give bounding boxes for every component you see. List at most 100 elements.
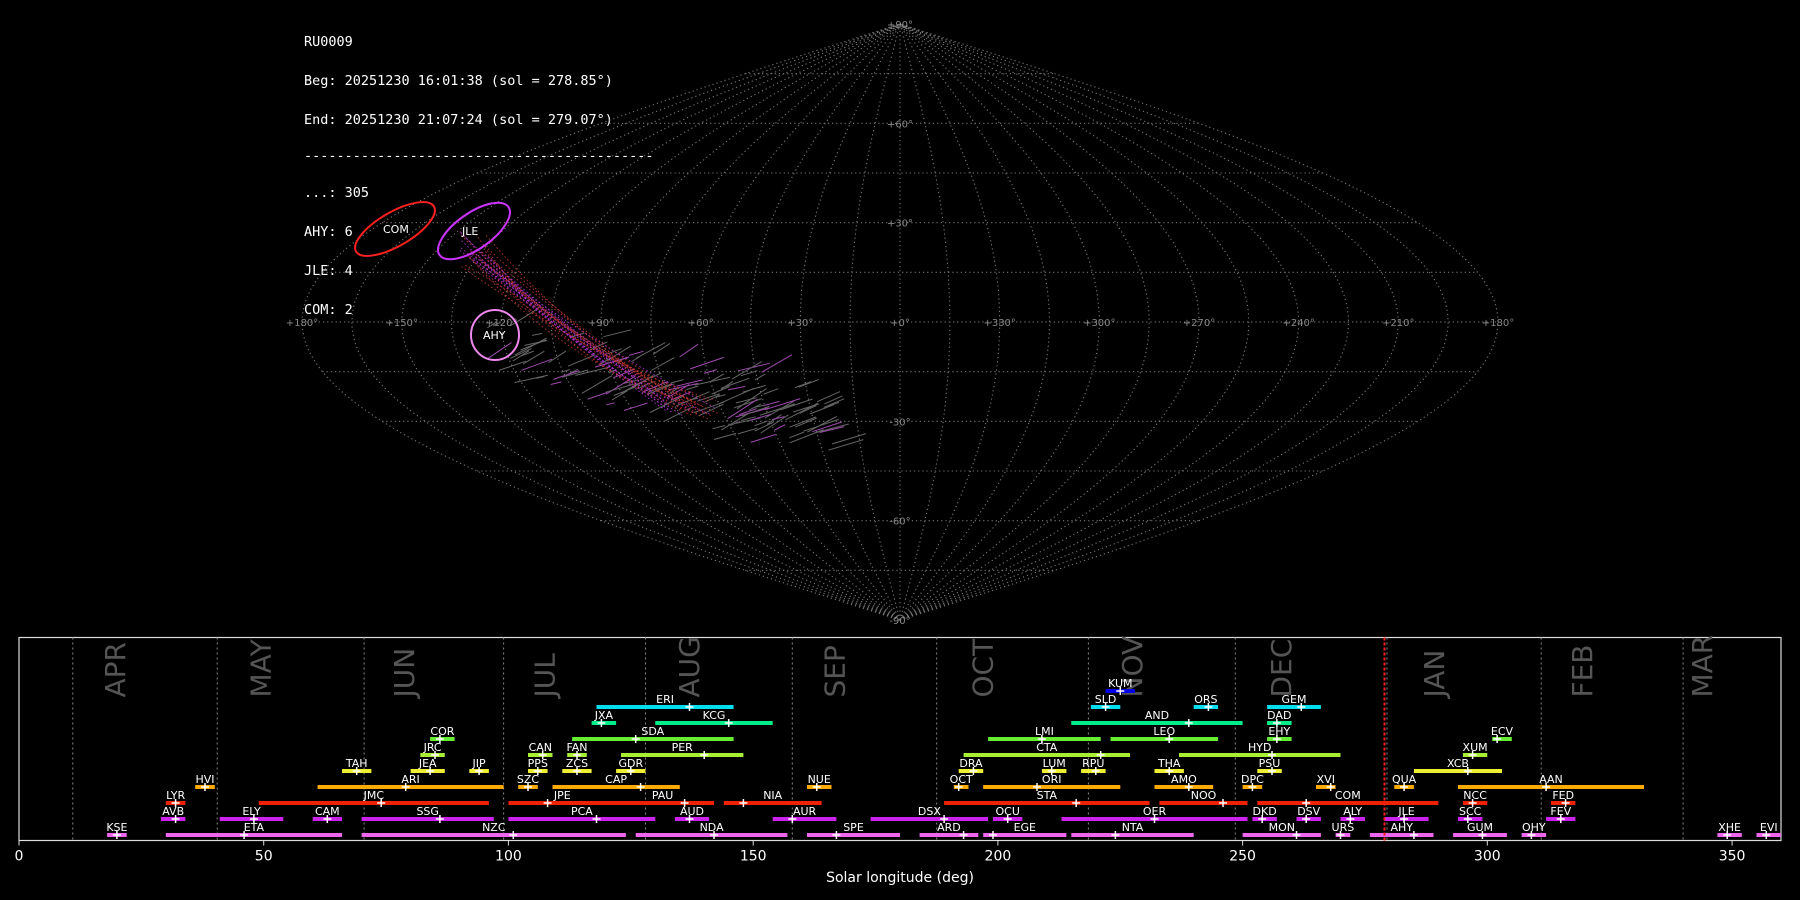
longitude-label: +0°: [890, 318, 910, 329]
shower-label: CAM: [315, 805, 340, 818]
shower-label: AAN: [1539, 773, 1563, 786]
meteor-trail: [737, 427, 758, 435]
radiant-trail: [475, 253, 704, 408]
shower-hvi: HVI: [195, 773, 215, 791]
latitude-label: +60°: [887, 119, 913, 130]
month-label: OCT: [967, 638, 1000, 698]
shower-label: JPE: [553, 789, 571, 802]
shower-label: MON: [1269, 821, 1295, 834]
shower-tah: TAH: [342, 757, 372, 775]
shower-fev: FEV: [1546, 805, 1576, 823]
shower-kcg: KCG: [655, 709, 773, 727]
x-tick-label: 200: [985, 849, 1012, 865]
shower-label: LUM: [1043, 757, 1066, 770]
meridian-line: [600, 23, 901, 621]
shower-ege: EGE: [983, 821, 1067, 839]
month-label: NOV: [1116, 636, 1149, 698]
shower-pau: PAU: [611, 789, 714, 807]
meteor-trail: [567, 354, 596, 367]
shower-dkd: DKD: [1252, 805, 1277, 823]
meteor-trail: [690, 356, 724, 370]
shower-kum: KUM: [1105, 677, 1135, 695]
shower-label: ECV: [1491, 725, 1514, 738]
month-label: MAY: [245, 638, 278, 697]
shower-nzc: NZC: [361, 821, 626, 839]
shower-label: ARI: [401, 773, 419, 786]
meteor-trail: [651, 357, 675, 371]
meteor-trail: [521, 358, 553, 371]
plot-frame: [18, 636, 1782, 842]
shower-can: CAN: [528, 741, 553, 759]
x-axis: 0 50 100 150 200 250 300 350: [15, 840, 1746, 865]
shower-label: XVI: [1317, 773, 1335, 786]
meteor-trail: [550, 381, 562, 385]
shower-label: SDA: [641, 725, 664, 738]
month-label: AUG: [673, 636, 706, 697]
shower-label: THA: [1157, 757, 1181, 770]
shower-label: LYR: [166, 789, 185, 802]
shower-tha: THA: [1154, 757, 1184, 775]
meteor-trail: [694, 376, 731, 386]
shower-label: ORS: [1194, 693, 1217, 706]
shower-pca: PCA: [508, 805, 656, 823]
meteor-trail: [679, 343, 699, 358]
shower-label: KUM: [1108, 677, 1132, 690]
latitude-label: -90°: [889, 616, 910, 627]
shower-rpu: RPU: [1081, 757, 1106, 775]
shower-spe: SPE: [807, 821, 900, 839]
shower-label: STA: [1037, 789, 1058, 802]
shower-jxa: JXA: [591, 709, 617, 727]
shower-ori: ORI: [983, 773, 1121, 791]
shower-ely: ELY: [219, 805, 284, 823]
meteor-trail: [635, 342, 666, 359]
shower-label: EGE: [1014, 821, 1036, 834]
shower-label: NIA: [763, 789, 782, 802]
longitude-label: +240°: [1282, 318, 1314, 329]
shower-gum: GUM: [1453, 821, 1507, 839]
shower-lmi: LMI: [988, 725, 1101, 743]
shower-label: PER: [672, 741, 694, 754]
meteor-trail: [794, 417, 817, 428]
x-tick-label: 350: [1719, 849, 1746, 865]
month-label: FEB: [1566, 644, 1599, 697]
shower-label: CAP: [605, 773, 627, 786]
shower-label: HVI: [195, 773, 214, 786]
meteor-trail: [587, 391, 608, 400]
meteor-trail: [832, 433, 867, 445]
shower-ahy: AHY: [1369, 821, 1434, 839]
meteor-trail: [720, 381, 734, 390]
shower-label: LMI: [1035, 725, 1054, 738]
shower-label: DPC: [1241, 773, 1264, 786]
month-label: DEC: [1265, 639, 1298, 698]
shower-ohy: OHY: [1521, 821, 1547, 839]
shower-label: AUR: [793, 805, 817, 818]
shower-cap: CAP: [552, 773, 680, 791]
shower-label: ARD: [937, 821, 961, 834]
shower-gem: GEM: [1267, 693, 1321, 711]
longitude-label: +180°: [1482, 318, 1514, 329]
shower-amo: AMO: [1154, 773, 1214, 791]
shower-eri: ERI: [596, 693, 734, 711]
shower-cam: CAM: [312, 805, 342, 823]
shower-label: GDR: [618, 757, 643, 770]
shower-label: TAH: [345, 757, 368, 770]
month-label: JUN: [388, 648, 421, 700]
radiant-ellipses: COM JLE AHY: [354, 201, 520, 361]
shower-label: NCC: [1463, 789, 1487, 802]
shower-label: EHY: [1268, 725, 1290, 738]
x-tick-label: 250: [1229, 849, 1256, 865]
shower-label: DRA: [959, 757, 983, 770]
shower-lum: LUM: [1041, 757, 1067, 775]
shower-nda: NDA: [635, 821, 788, 839]
meteor-trail: [711, 386, 730, 395]
longitude-label: +210°: [1382, 318, 1414, 329]
meteor-trail: [794, 381, 812, 389]
shower-label: ORI: [1042, 773, 1062, 786]
shower-mon: MON: [1242, 821, 1321, 839]
shower-and: AND: [1071, 709, 1243, 727]
meteor-trail: [623, 402, 648, 411]
meteor-trail: [581, 375, 613, 394]
shower-leo: LEO: [1110, 725, 1219, 743]
shower-aud: AUD: [674, 805, 710, 823]
shower-lyr: LYR: [165, 789, 185, 807]
